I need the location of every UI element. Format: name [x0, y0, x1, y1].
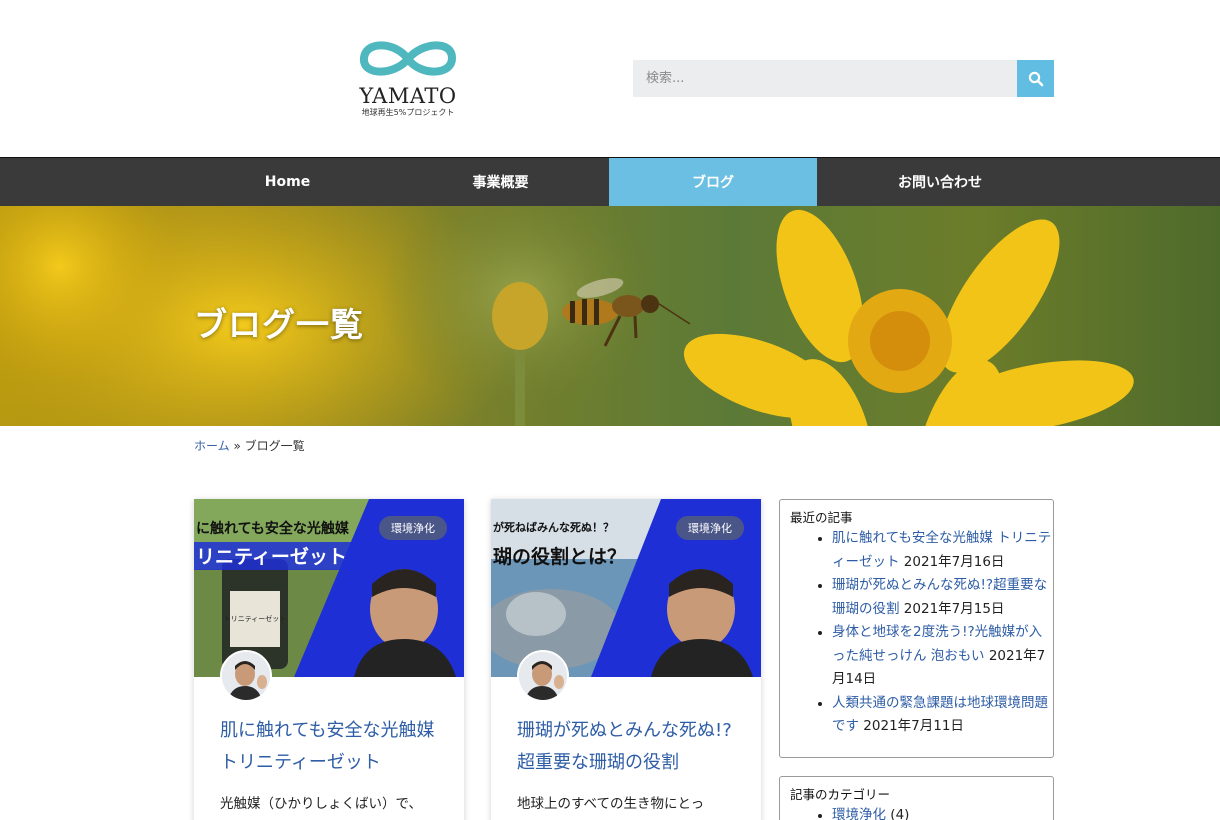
- search-input[interactable]: [633, 60, 1017, 97]
- post-date: 2021年7月11日: [863, 718, 964, 734]
- nav-item-home[interactable]: Home: [183, 158, 392, 206]
- site-logo[interactable]: YAMATO 地球再生5%プロジェクト: [352, 36, 464, 120]
- category-count: (4): [890, 807, 910, 820]
- post-date: 2021年7月15日: [903, 600, 1005, 617]
- avatar-image: [222, 652, 270, 700]
- widget-title: 最近の記事: [790, 510, 853, 525]
- categories-list: 環境浄化 (4): [832, 804, 1053, 820]
- post-date: 2021年7月16日: [903, 553, 1005, 570]
- nav-item-about[interactable]: 事業概要: [392, 158, 609, 206]
- recent-posts-widget: 最近の記事 肌に触れても安全な光触媒 トリニティーゼット 2021年7月16日 …: [779, 499, 1054, 758]
- list-item: 肌に触れても安全な光触媒 トリニティーゼット 2021年7月16日: [832, 527, 1053, 574]
- main-nav: Home 事業概要 ブログ お問い合わせ: [0, 157, 1220, 206]
- author-avatar: [517, 650, 569, 702]
- search-form: [633, 60, 1054, 97]
- list-item: 身体と地球を2度洗う!?光触媒が入った純せっけん 泡おもい 2021年7月14日: [832, 621, 1053, 692]
- category-link[interactable]: 環境浄化: [832, 807, 886, 820]
- nav-item-blog[interactable]: ブログ: [609, 158, 817, 206]
- post-excerpt: 光触媒（ひかりしょくばい）で、: [220, 796, 422, 812]
- nav-item-contact[interactable]: お問い合わせ: [817, 158, 1063, 206]
- post-excerpt: 地球上のすべての生き物にとっ: [517, 796, 705, 812]
- search-button[interactable]: [1017, 60, 1054, 97]
- hero-banner: ブログ一覧: [0, 206, 1220, 426]
- list-item: 環境浄化 (4): [832, 804, 1053, 820]
- flower-bee-image: [0, 206, 1134, 426]
- category-tag[interactable]: 環境浄化: [676, 516, 744, 540]
- thumb-headline-1: に触れても安全な光触媒: [196, 520, 350, 537]
- infinity-logo-icon: [360, 41, 457, 76]
- logo-text: YAMATO: [359, 84, 457, 108]
- list-item: 珊瑚が死ぬとみんな死ぬ!?超重要な珊瑚の役割 2021年7月15日: [832, 574, 1053, 621]
- post-card[interactable]: トリニティーゼット に触れても安全な光触媒 リニティーゼット 環境浄化 肌に触れ…: [194, 499, 464, 820]
- recent-posts-list: 肌に触れても安全な光触媒 トリニティーゼット 2021年7月16日 珊瑚が死ぬと…: [832, 527, 1053, 739]
- breadcrumb-current: ブログ一覧: [244, 439, 305, 453]
- post-title[interactable]: 珊瑚が死ぬとみんな死ぬ!?超重要な珊瑚の役割: [517, 715, 742, 779]
- list-item: 人類共通の緊急課題は地球環境問題です 2021年7月11日: [832, 692, 1053, 739]
- breadcrumb-separator: »: [233, 439, 241, 453]
- avatar-image: [519, 652, 567, 700]
- breadcrumb: ホーム » ブログ一覧: [194, 437, 305, 454]
- widget-title: 記事のカテゴリー: [790, 787, 891, 802]
- thumb-headline-1: が死ねばみんな死ぬ！？: [493, 520, 614, 534]
- post-card[interactable]: が死ねばみんな死ぬ！？ 瑚の役割とは？ 環境浄化 珊瑚が死ぬとみんな死ぬ!?超重…: [491, 499, 761, 820]
- thumb-headline-2: 瑚の役割とは？: [493, 545, 626, 568]
- post-title[interactable]: 肌に触れても安全な光触媒 トリニティーゼット: [220, 715, 445, 779]
- category-tag[interactable]: 環境浄化: [379, 516, 447, 540]
- bottle-label: トリニティーゼット: [224, 614, 287, 623]
- thumb-headline-2: リニティーゼット: [196, 545, 347, 568]
- logo-subtitle: 地球再生5%プロジェクト: [361, 108, 455, 117]
- page-title: ブログ一覧: [194, 305, 364, 344]
- categories-widget: 記事のカテゴリー 環境浄化 (4): [779, 776, 1054, 820]
- author-avatar: [220, 650, 272, 702]
- search-icon: [1028, 71, 1043, 86]
- breadcrumb-home-link[interactable]: ホーム: [194, 439, 230, 453]
